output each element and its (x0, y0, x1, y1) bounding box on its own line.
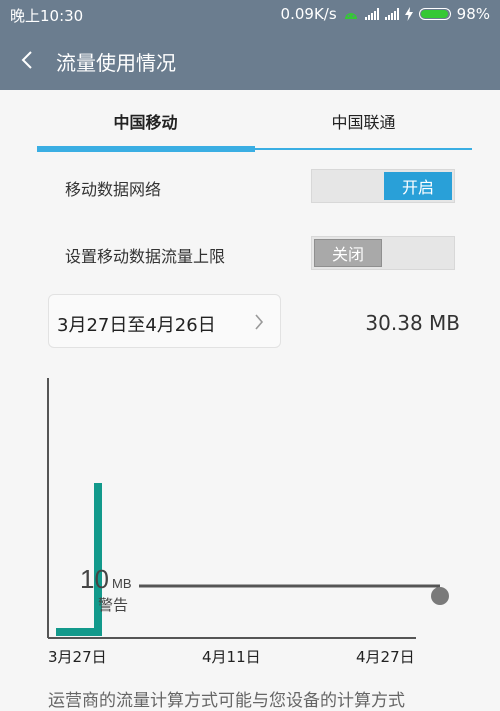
tab-china-unicom[interactable]: 中国联通 (255, 100, 472, 146)
battery-icon (418, 8, 451, 20)
battery-fill (420, 10, 449, 18)
x-tick-label-mid: 4月11日 (202, 648, 261, 666)
header: 晚上10:30 0.09K/s 98% 流量使用情况 (0, 0, 500, 90)
status-icons: 0.09K/s 98% (281, 5, 490, 23)
warning-handle[interactable] (431, 587, 449, 605)
data-limit-toggle-knob: 关闭 (314, 239, 382, 267)
usage-total: 30.38 MB (365, 311, 460, 335)
data-limit-toggle[interactable]: 关闭 (311, 236, 455, 270)
chevron-right-icon (255, 314, 264, 330)
status-bar: 晚上10:30 0.09K/s 98% (0, 0, 500, 28)
warning-value: 10 (80, 564, 109, 594)
warning-unit: MB (112, 576, 132, 591)
date-range-selector[interactable]: 3月27日至4月26日 (48, 294, 281, 348)
mobile-data-toggle[interactable]: 开启 (311, 169, 455, 203)
mobile-data-toggle-knob: 开启 (384, 172, 452, 200)
back-arrow-icon[interactable] (20, 50, 34, 70)
carrier-tabs: 中国移动 中国联通 (37, 100, 472, 152)
data-limit-label: 设置移动数据流量上限 (65, 247, 226, 266)
status-time: 晚上10:30 (10, 7, 84, 25)
signal-icon-2 (384, 8, 399, 20)
x-tick-label-start: 3月27日 (48, 648, 107, 666)
usage-line (56, 483, 102, 636)
charging-icon (404, 7, 413, 21)
network-speed: 0.09K/s (280, 5, 337, 23)
battery-percent: 98% (456, 5, 490, 23)
x-tick-label-end: 4月27日 (356, 648, 415, 666)
footer-note: 运营商的流量计算方式可能与您设备的计算方式 (48, 691, 405, 711)
tab-active-indicator (37, 146, 255, 152)
usage-chart: 10 MB 警告 3月27日 4月11日 4月27日 (47, 378, 449, 666)
tab-china-mobile[interactable]: 中国移动 (37, 100, 254, 146)
signal-icon (364, 8, 379, 20)
mobile-data-label: 移动数据网络 (65, 180, 162, 199)
date-range-text: 3月27日至4月26日 (57, 315, 216, 336)
android-icon (344, 13, 357, 19)
warning-label: 警告 (98, 596, 128, 614)
page-title: 流量使用情况 (56, 51, 176, 75)
